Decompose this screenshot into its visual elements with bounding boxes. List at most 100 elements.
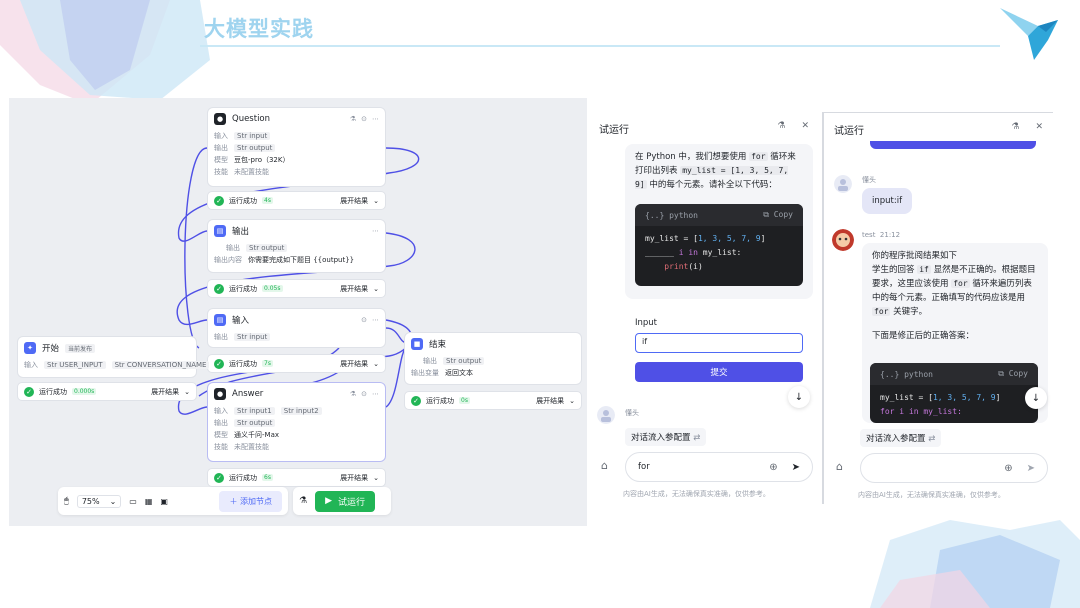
code-text: i in: [678, 248, 698, 257]
debug-icon[interactable]: ⚗: [299, 496, 307, 506]
toggle-icon[interactable]: ⊙: [361, 390, 367, 398]
status-output: ✓ 运行成功 0.05s 展开结果 ⌄: [207, 279, 386, 298]
chevron-down-icon: ⌄: [109, 496, 117, 506]
status-question: ✓ 运行成功 4s 展开结果 ⌄: [207, 191, 386, 210]
slide-title: 大模型实践: [204, 17, 314, 41]
text: 下面是修正后的正确答案：: [872, 331, 975, 341]
code-text: (i): [688, 262, 703, 271]
status-text: 运行成功: [39, 387, 67, 396]
trial-run-button[interactable]: ▶ 试运行: [315, 490, 376, 512]
submit-button[interactable]: 提交: [635, 362, 803, 382]
user-avatar: [834, 175, 852, 193]
node-title: 输出: [232, 227, 250, 237]
status-answer: ✓ 运行成功 6s 展开结果 ⌄: [207, 468, 386, 487]
debug-icon[interactable]: ⚗: [1011, 122, 1019, 132]
add-icon[interactable]: ⊕: [1004, 463, 1012, 474]
ai-disclaimer: 内容由AI生成，无法确保真实准确，仅供参考。: [623, 490, 770, 498]
message-composer[interactable]: ⊕ ➤: [860, 453, 1048, 483]
trial-run-panel-2: 试运行 ⚗ ✕ 懂头 input:if test 21:12 你的程序批阅结果如下…: [822, 112, 1053, 504]
canvas-toolbar: 🖱 75% ⌄ ▭ ▦ ▣ ＋ 添加节点: [58, 487, 288, 515]
play-icon: ▶: [325, 496, 332, 506]
clear-context-icon[interactable]: ⌂: [601, 459, 608, 472]
send-icon[interactable]: ➤: [792, 462, 800, 473]
copy-button[interactable]: ⧉ Copy: [763, 210, 793, 220]
close-icon[interactable]: ✕: [1035, 122, 1043, 132]
mouse-mode-icon[interactable]: 🖱: [64, 496, 69, 506]
debug-icon[interactable]: ⚗: [777, 121, 785, 131]
toggle-icon[interactable]: ⊙: [361, 316, 367, 324]
scroll-down-button[interactable]: ↓: [1025, 387, 1047, 409]
param-config-chip[interactable]: 对话流入参配置 ⇄: [860, 429, 942, 447]
var-tag: Str input: [234, 333, 271, 341]
status-text: 运行成功: [229, 284, 257, 293]
text: 中的每个元素。请补全以下代码：: [649, 180, 777, 190]
run-toolbar: ⚗ ▶ 试运行: [293, 487, 391, 515]
add-icon[interactable]: ⊕: [769, 462, 777, 473]
debug-icon[interactable]: ⚗: [350, 390, 356, 398]
code-text: my_list:: [697, 248, 742, 257]
node-start[interactable]: ✦ 开始 当前发布 输入 Str USER_INPUT Str CONVERSATION…: [17, 336, 210, 378]
copy-button[interactable]: ⧉ Copy: [998, 369, 1028, 379]
chevron-down-icon: ⌄: [373, 473, 379, 482]
expand-results-button[interactable]: 展开结果: [340, 284, 368, 294]
check-icon: ✓: [214, 358, 224, 369]
node-answer[interactable]: ● Answer ⚗ ⊙ ⋯ 输入 Str input1 Str input2 输出 Str …: [207, 382, 386, 462]
scroll-down-button[interactable]: ↓: [788, 386, 810, 408]
run-time: 7s: [262, 360, 273, 367]
lang-label: python: [904, 369, 933, 379]
send-icon[interactable]: ➤: [1027, 463, 1035, 474]
chip-label: 对话流入参配置: [631, 433, 691, 443]
ai-disclaimer: 内容由AI生成，无法确保真实准确，仅供参考。: [858, 491, 1005, 499]
zoom-select[interactable]: 75% ⌄: [76, 494, 122, 508]
workflow-canvas[interactable]: ● Question ⚗ ⊙ ⋯ 输入 Str input 输出 Str output 模…: [9, 98, 587, 526]
node-question[interactable]: ● Question ⚗ ⊙ ⋯ 输入 Str input 输出 Str output 模…: [207, 107, 386, 187]
toggle-icon[interactable]: ⊙: [361, 115, 367, 123]
var-tag: Str input1: [234, 407, 275, 415]
close-icon[interactable]: ✕: [801, 121, 809, 131]
expand-results-button[interactable]: 展开结果: [151, 387, 179, 397]
status-text: 运行成功: [229, 196, 257, 205]
expand-results-button[interactable]: 展开结果: [340, 473, 368, 483]
model-name: 通义千问-Max: [234, 431, 279, 439]
more-icon[interactable]: ⋯: [372, 115, 379, 123]
node-end[interactable]: ■ 结束 输出 Str output 输出变量 返回文本: [404, 332, 582, 385]
param-config-chip[interactable]: 对话流入参配置 ⇄: [625, 428, 707, 446]
row-label: 输出: [226, 244, 240, 252]
var-tag: Str output: [246, 244, 288, 252]
expand-results-button[interactable]: 展开结果: [340, 359, 368, 369]
switch-icon: ⇄: [693, 433, 701, 443]
bot-avatar: [832, 229, 854, 251]
start-icon: ✦: [24, 342, 36, 354]
chevron-down-icon: ⌄: [184, 387, 190, 396]
chevron-down-icon: ⌄: [373, 284, 379, 293]
code-text: for i in my_list:: [880, 407, 962, 416]
comment-icon[interactable]: ▭: [129, 497, 137, 506]
var-tag: Str input: [234, 132, 271, 140]
more-icon[interactable]: ⋯: [372, 390, 379, 398]
status-text: 运行成功: [426, 396, 454, 405]
add-node-button[interactable]: ＋ 添加节点: [219, 490, 282, 512]
title-divider: [200, 45, 1000, 47]
row-label: 模型: [214, 156, 228, 164]
check-icon: ✓: [214, 195, 224, 206]
grid-icon[interactable]: ▦: [145, 497, 153, 506]
minimap-icon[interactable]: ▣: [160, 497, 168, 506]
row-label: 输入: [24, 361, 38, 369]
message-composer[interactable]: for ⊕ ➤: [625, 452, 813, 482]
more-icon[interactable]: ⋯: [372, 227, 379, 235]
node-output[interactable]: ▤ 输出 ⋯ 输出 Str output 输出内容 你需要完成如下题目 {{output…: [207, 219, 386, 273]
code-text: ______: [645, 248, 679, 257]
row-label: 技能: [214, 443, 228, 451]
clear-context-icon[interactable]: ⌂: [836, 460, 843, 473]
more-icon[interactable]: ⋯: [372, 316, 379, 324]
code-lang: {..} python: [645, 210, 698, 220]
node-input[interactable]: ▤ 输入 ⊙ ⋯ 输出 Str input: [207, 308, 386, 348]
expand-results-button[interactable]: 展开结果: [340, 196, 368, 206]
debug-icon[interactable]: ⚗: [350, 115, 356, 123]
skill-value: 未配置技能: [234, 168, 269, 176]
status-text: 运行成功: [229, 473, 257, 482]
text: 关键字。: [893, 307, 928, 317]
expand-results-button[interactable]: 展开结果: [536, 396, 564, 406]
run-time: 0.000s: [72, 388, 97, 395]
answer-input[interactable]: if: [635, 333, 803, 353]
